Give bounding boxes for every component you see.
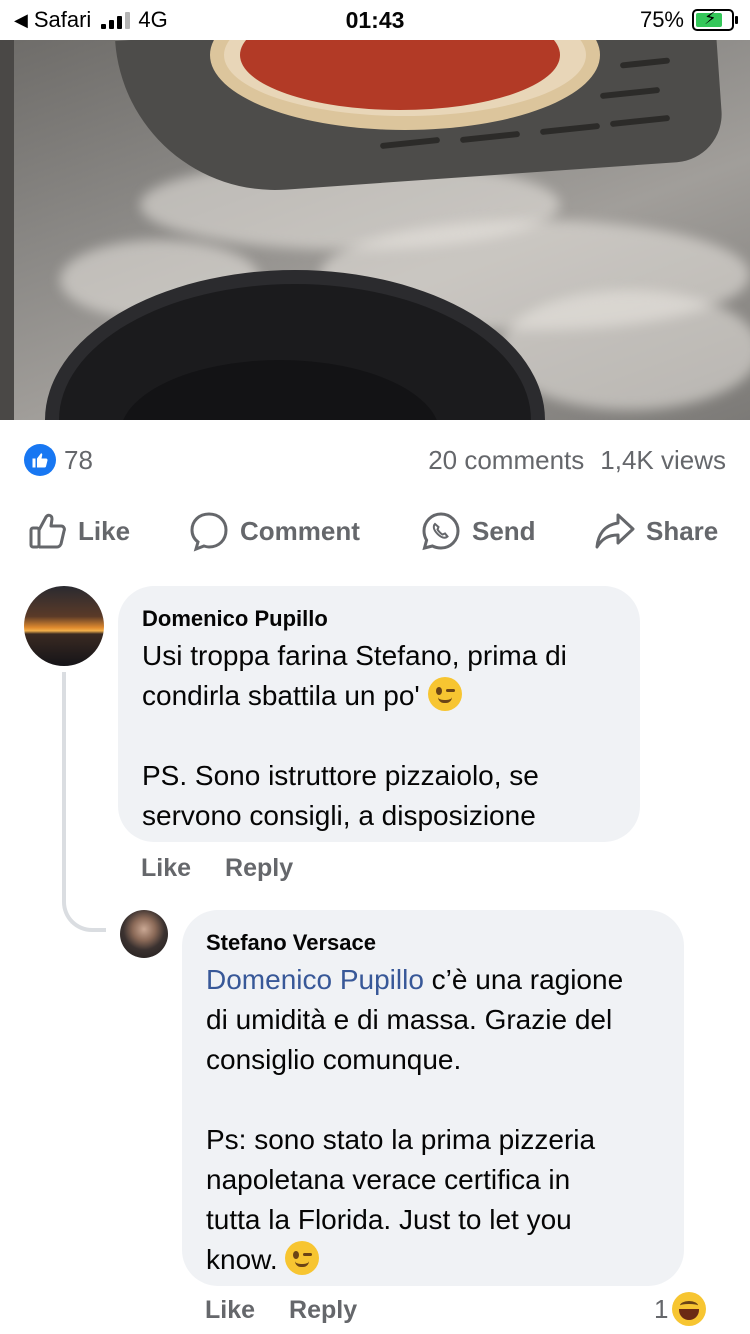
- clock: 01:43: [345, 7, 405, 33]
- video-player[interactable]: [0, 40, 750, 420]
- share-button[interactable]: Share: [594, 511, 718, 551]
- action-bar: Like Comment Send Share: [0, 505, 750, 557]
- comment-reply-button[interactable]: Reply: [289, 1296, 357, 1325]
- comment-author[interactable]: Domenico Pupillo: [142, 606, 616, 632]
- comment-actions: Like Reply: [141, 854, 293, 883]
- reply-bubble[interactable]: Stefano Versace Domenico Pupillo c’è una…: [182, 910, 684, 1286]
- comment-actions: Like Reply: [205, 1296, 357, 1325]
- wink-emoji-icon: [285, 1241, 320, 1275]
- views-count: 1,4K views: [600, 444, 726, 475]
- mention-link[interactable]: Domenico Pupillo: [206, 964, 424, 995]
- whatsapp-icon: [422, 512, 460, 551]
- comment-reply-button[interactable]: Reply: [225, 854, 293, 883]
- share-arrow-icon: [595, 513, 635, 549]
- comment-like-button[interactable]: Like: [141, 854, 191, 883]
- like-label: Like: [78, 515, 131, 546]
- comment-text-part: Ps: sono stato la prima pizzeria napolet…: [206, 1124, 596, 1275]
- reaction-count: 1: [654, 1293, 669, 1324]
- send-button[interactable]: Send: [420, 510, 536, 552]
- like-reaction-icon[interactable]: [24, 444, 56, 476]
- like-count[interactable]: 78: [64, 445, 93, 476]
- comment-author[interactable]: Stefano Versace: [206, 930, 660, 956]
- status-bar: ◀ Safari 4G 01:43 75% ⚡: [0, 0, 750, 40]
- comment-text-part: Usi troppa farina Stefano, prima di cond…: [142, 640, 567, 711]
- comment-text: Domenico Pupillo c’è una ragione di umid…: [206, 960, 660, 1280]
- send-label: Send: [472, 515, 536, 546]
- avatar[interactable]: [24, 586, 104, 666]
- laughing-emoji-icon: [672, 1292, 707, 1326]
- reaction-summary[interactable]: 1: [654, 1292, 707, 1326]
- comment-bubble-icon: [190, 512, 228, 552]
- avatar[interactable]: [120, 910, 168, 958]
- comment-button[interactable]: Comment: [188, 510, 360, 552]
- post-stats: 78 20 comments 1,4K views: [24, 440, 726, 480]
- comment-like-button[interactable]: Like: [205, 1296, 255, 1325]
- like-button[interactable]: Like: [28, 511, 130, 551]
- wink-emoji-icon: [427, 677, 462, 711]
- share-label: Share: [646, 515, 719, 546]
- comment-text: Usi troppa farina Stefano, prima di cond…: [142, 636, 616, 836]
- comment-text-part: PS. Sono istruttore pizzaiolo, se servon…: [142, 760, 539, 831]
- charging-bolt-icon: ⚡: [704, 8, 717, 28]
- thumbs-up-icon: [29, 513, 66, 549]
- reply-thread-line: [62, 672, 106, 932]
- battery-percent: 75%: [639, 7, 684, 32]
- status-right: 75% ⚡: [639, 7, 738, 33]
- comments-count[interactable]: 20 comments: [428, 445, 584, 476]
- battery-icon: ⚡: [692, 8, 738, 31]
- comment-label: Comment: [240, 515, 360, 546]
- comment-bubble[interactable]: Domenico Pupillo Usi troppa farina Stefa…: [118, 586, 640, 842]
